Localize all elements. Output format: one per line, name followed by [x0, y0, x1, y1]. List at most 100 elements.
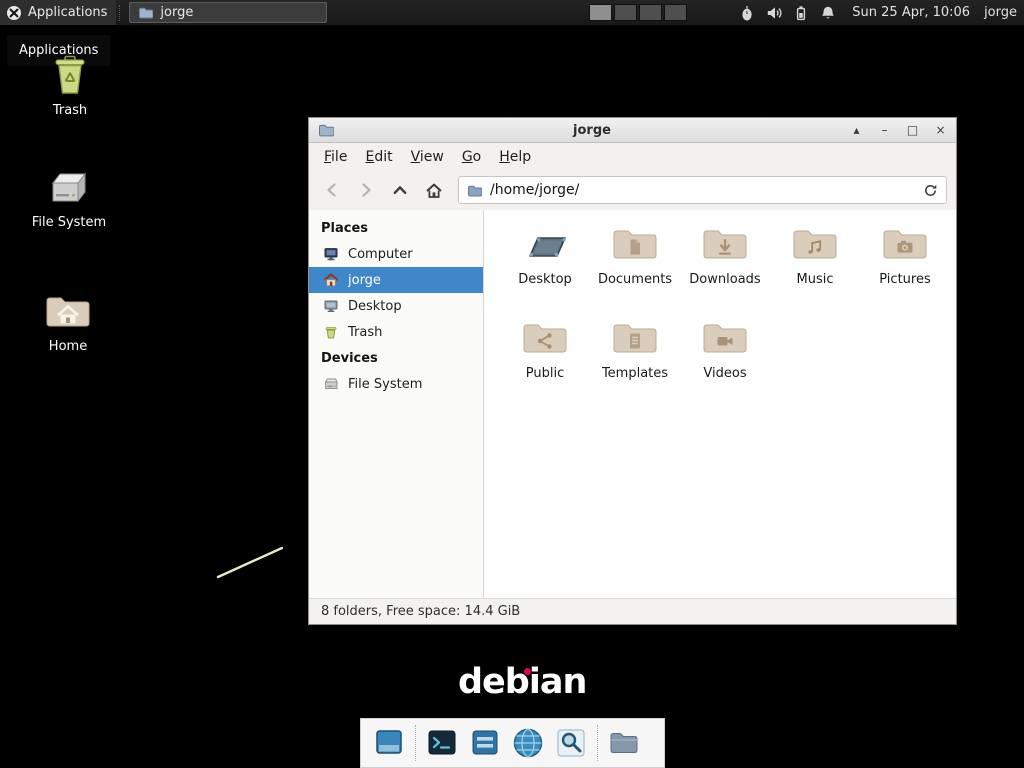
- camera-emblem-icon: [895, 237, 915, 257]
- desktop-icon: [323, 298, 339, 314]
- dock-separator: [415, 725, 416, 761]
- home-button[interactable]: [420, 176, 448, 204]
- document-emblem-icon: [625, 237, 645, 257]
- file-item-videos[interactable]: Videos: [680, 320, 770, 400]
- dock-file-manager-icon[interactable]: [607, 726, 641, 760]
- dock-terminal-icon[interactable]: [425, 726, 459, 760]
- taskbar-window-label: jorge: [160, 5, 193, 20]
- forward-icon: [358, 182, 374, 198]
- desktop-icon-filesystem[interactable]: File System: [21, 168, 117, 230]
- shade-button[interactable]: ▴: [850, 123, 863, 137]
- drive-icon: [323, 376, 339, 392]
- home-folder-icon: [44, 292, 92, 332]
- menu-help[interactable]: Help: [490, 146, 540, 168]
- notifications-bell-icon[interactable]: [820, 5, 836, 21]
- dock-app-finder-icon[interactable]: [554, 726, 588, 760]
- forward-button[interactable]: [352, 176, 380, 204]
- up-icon: [392, 182, 408, 198]
- desktop-icon-trash[interactable]: Trash: [22, 52, 118, 118]
- toolbar: /home/jorge/: [309, 170, 956, 210]
- applications-menu-button[interactable]: Applications: [0, 0, 116, 25]
- minimize-button[interactable]: –: [878, 123, 891, 137]
- window-controls: ▴ – □ ×: [850, 123, 947, 137]
- back-button[interactable]: [318, 176, 346, 204]
- menubar: File Edit View Go Help: [309, 143, 956, 170]
- up-button[interactable]: [386, 176, 414, 204]
- panel-separator: [119, 5, 126, 21]
- sidebar-item-filesystem[interactable]: File System: [309, 371, 483, 397]
- window-icon: [318, 123, 334, 137]
- file-label: Templates: [602, 366, 668, 381]
- window-body: Places Computer: [309, 210, 956, 598]
- workspace-3[interactable]: [639, 4, 662, 21]
- sidebar-header-places: Places: [309, 215, 483, 241]
- file-item-documents[interactable]: Documents: [590, 226, 680, 306]
- workspace-4[interactable]: [664, 4, 687, 21]
- clock[interactable]: Sun 25 Apr, 10:06: [852, 5, 970, 20]
- menu-view[interactable]: View: [402, 146, 453, 168]
- mouse-icon[interactable]: [739, 5, 755, 21]
- menu-go[interactable]: Go: [453, 146, 490, 168]
- menu-file[interactable]: File: [315, 146, 356, 168]
- sidebar-item-computer[interactable]: Computer: [309, 241, 483, 267]
- dock-web-browser-globe-icon[interactable]: [511, 726, 545, 760]
- file-manager-icon: [138, 6, 153, 19]
- menu-edit[interactable]: Edit: [356, 146, 401, 168]
- dock-window-list-icon[interactable]: [468, 726, 502, 760]
- debian-logo-red-dot: [524, 668, 531, 675]
- file-label: Videos: [703, 366, 746, 381]
- workspace-1[interactable]: [589, 4, 612, 21]
- share-emblem-icon: [535, 331, 555, 351]
- sidebar-item-trash[interactable]: Trash: [309, 319, 483, 345]
- workspace-switcher[interactable]: [589, 4, 687, 21]
- applications-menu-label: Applications: [28, 5, 107, 20]
- dock: [360, 718, 665, 768]
- sidebar-item-jorge[interactable]: jorge: [309, 267, 483, 293]
- reload-button[interactable]: [915, 183, 938, 198]
- maximize-button[interactable]: □: [906, 123, 919, 137]
- desktop: Applications jorge: [0, 0, 1024, 768]
- back-icon: [324, 182, 340, 198]
- file-item-public[interactable]: Public: [500, 320, 590, 400]
- desktop-surface-icon: [521, 226, 569, 266]
- statusbar: 8 folders, Free space: 14.4 GiB: [309, 598, 956, 624]
- file-item-pictures[interactable]: Pictures: [860, 226, 950, 306]
- file-item-templates[interactable]: Templates: [590, 320, 680, 400]
- file-label: Documents: [598, 272, 672, 287]
- workspace-2[interactable]: [614, 4, 637, 21]
- top-panel: Applications jorge: [0, 0, 1024, 26]
- sidebar-item-label: jorge: [348, 273, 381, 288]
- sidebar-item-label: Computer: [348, 247, 413, 262]
- desktop-icon-label: File System: [32, 215, 106, 230]
- battery-icon[interactable]: [793, 5, 809, 21]
- volume-icon[interactable]: [766, 5, 782, 21]
- titlebar[interactable]: jorge ▴ – □ ×: [309, 118, 956, 143]
- desktop-icon-home[interactable]: Home: [20, 292, 116, 354]
- sidebar: Places Computer: [309, 210, 484, 598]
- sidebar-item-desktop[interactable]: Desktop: [309, 293, 483, 319]
- window-title: jorge: [334, 123, 850, 138]
- location-path[interactable]: /home/jorge/: [490, 182, 907, 198]
- location-bar[interactable]: /home/jorge/: [458, 176, 947, 204]
- computer-icon: [323, 246, 339, 262]
- dock-separator: [597, 725, 598, 761]
- home-icon: [323, 272, 339, 288]
- sidebar-item-label: File System: [348, 377, 422, 392]
- close-button[interactable]: ×: [934, 123, 947, 137]
- debian-logo: debian: [458, 662, 586, 702]
- dock-desktop-icon[interactable]: [372, 726, 406, 760]
- video-camera-emblem-icon: [715, 331, 735, 351]
- trash-icon: [49, 52, 91, 96]
- taskbar-window-button[interactable]: jorge: [129, 2, 327, 23]
- file-label: Pictures: [879, 272, 930, 287]
- user-menu[interactable]: jorge: [984, 5, 1017, 20]
- home-icon: [425, 182, 443, 199]
- desktop-icon-label: Home: [49, 339, 87, 354]
- file-item-desktop[interactable]: Desktop: [500, 226, 590, 306]
- file-label: Desktop: [518, 272, 572, 287]
- sidebar-header-devices: Devices: [309, 345, 483, 371]
- file-item-downloads[interactable]: Downloads: [680, 226, 770, 306]
- file-item-music[interactable]: Music: [770, 226, 860, 306]
- drive-icon: [46, 168, 92, 208]
- path-folder-icon: [467, 184, 482, 197]
